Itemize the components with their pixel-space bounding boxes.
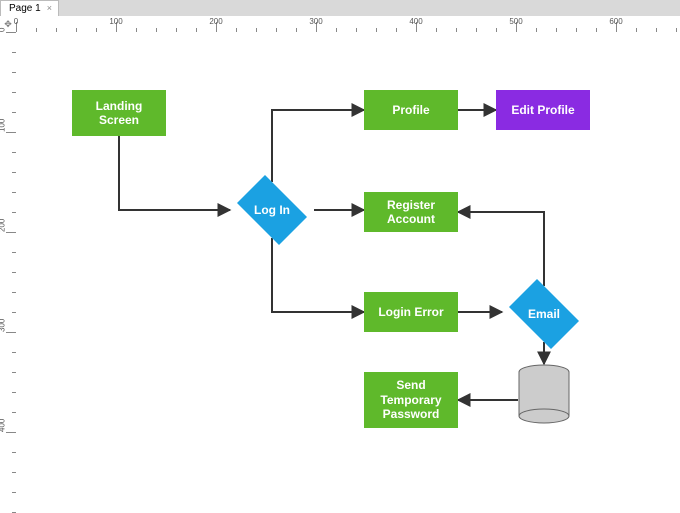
canvas[interactable]: Landing Screen Log In Profile Edit Profile R… xyxy=(16,32,680,510)
page-tab[interactable]: Page 1 × xyxy=(0,0,59,16)
node-landing[interactable]: Landing Screen xyxy=(72,90,166,136)
ruler-tick-label: 0 xyxy=(14,17,18,26)
ruler-tick xyxy=(6,332,16,333)
node-register[interactable]: Register Account xyxy=(364,192,458,232)
node-login[interactable]: Log In xyxy=(230,182,314,238)
ruler-tick-label: 200 xyxy=(0,219,7,232)
flow-arrow xyxy=(272,110,364,182)
node-email[interactable]: Email xyxy=(502,286,586,342)
ruler-tick xyxy=(6,132,16,133)
database-icon xyxy=(518,364,570,424)
app-titlebar xyxy=(0,0,680,16)
ruler-tick-label: 100 xyxy=(0,119,7,132)
ruler-tick-label: 200 xyxy=(209,17,222,26)
ruler-tick-label: 300 xyxy=(0,319,7,332)
ruler-tick-label: 400 xyxy=(0,419,7,432)
ruler-tick-label: 400 xyxy=(409,17,422,26)
node-sendpw[interactable]: Send Temporary Password xyxy=(364,372,458,428)
ruler-horizontal: 0 100 200 300 400 500 600 xyxy=(16,16,680,33)
close-icon[interactable]: × xyxy=(47,4,52,13)
ruler-tick xyxy=(6,232,16,233)
ruler-tick xyxy=(6,432,16,433)
flow-arrow xyxy=(272,238,364,312)
ruler-tick-label: 0 xyxy=(0,28,7,32)
flow-arrow xyxy=(458,212,544,286)
ruler-vertical: 0100200300400 xyxy=(0,32,17,510)
node-edit[interactable]: Edit Profile xyxy=(496,90,590,130)
node-error[interactable]: Login Error xyxy=(364,292,458,332)
ruler-tick xyxy=(6,32,16,33)
ruler-tick-label: 300 xyxy=(309,17,322,26)
node-profile[interactable]: Profile xyxy=(364,90,458,130)
flow-arrow xyxy=(119,136,230,210)
ruler-tick-label: 500 xyxy=(509,17,522,26)
node-label: Log In xyxy=(254,203,290,217)
ruler-tick-label: 100 xyxy=(109,17,122,26)
node-label: Email xyxy=(528,307,560,321)
page-tab-label: Page 1 xyxy=(9,3,41,14)
node-db[interactable] xyxy=(518,364,570,424)
ruler-tick-label: 600 xyxy=(609,17,622,26)
